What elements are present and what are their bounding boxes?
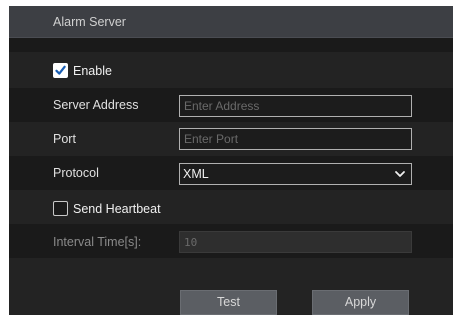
server-address-input[interactable] xyxy=(179,95,412,117)
enable-checkbox[interactable] xyxy=(53,63,68,78)
panel-header: Alarm Server xyxy=(9,6,453,38)
alarm-server-panel: Alarm Server Enable Server Address Port … xyxy=(9,6,453,315)
server-address-label: Server Address xyxy=(53,98,139,112)
protocol-select[interactable]: XML xyxy=(179,163,412,185)
send-heartbeat-label[interactable]: Send Heartbeat xyxy=(73,202,161,216)
row-band xyxy=(9,38,453,52)
enable-label[interactable]: Enable xyxy=(73,64,112,78)
protocol-selected-value: XML xyxy=(183,167,209,181)
interval-time-label: Interval Time[s]: xyxy=(53,235,142,249)
protocol-label: Protocol xyxy=(53,166,99,180)
panel-title: Alarm Server xyxy=(53,15,126,29)
interval-time-input[interactable] xyxy=(179,231,412,253)
port-label: Port xyxy=(53,132,76,146)
checkmark-icon xyxy=(55,65,66,75)
port-input[interactable] xyxy=(179,128,412,150)
chevron-down-icon xyxy=(395,171,405,177)
test-button[interactable]: Test xyxy=(180,290,277,315)
apply-button[interactable]: Apply xyxy=(312,290,409,315)
send-heartbeat-checkbox[interactable] xyxy=(53,201,68,216)
